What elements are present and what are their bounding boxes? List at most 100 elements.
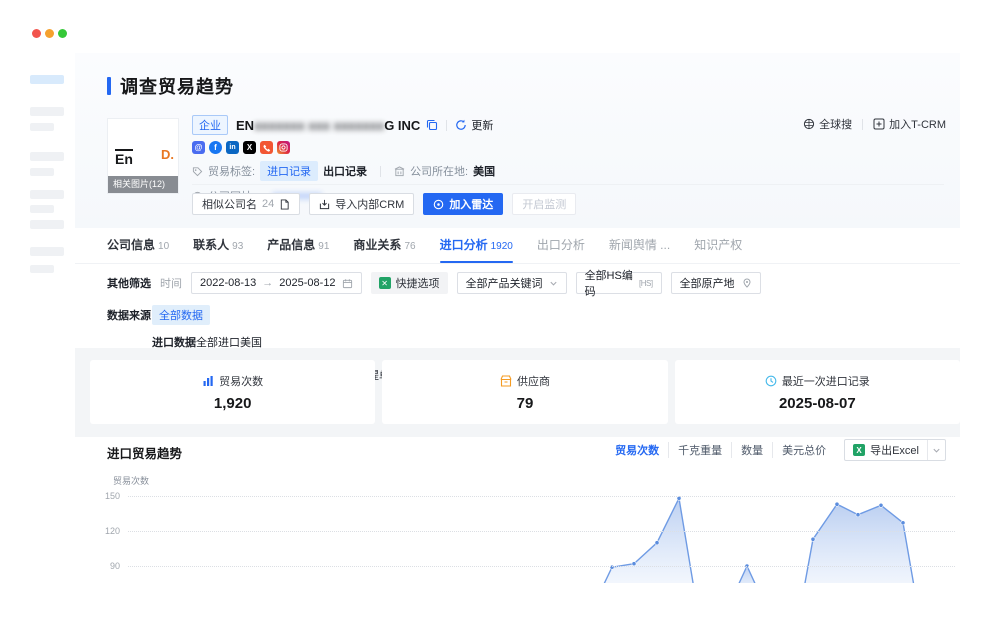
gridline [128, 531, 955, 532]
global-search-link[interactable]: 全球搜 [803, 116, 852, 132]
divider [446, 120, 447, 131]
clock-icon [765, 375, 777, 387]
minimize-window-button[interactable] [45, 29, 54, 38]
latest-import-label: 最近一次进口记录 [782, 373, 870, 389]
tab-intellectual-property[interactable]: 知识产权 [694, 236, 742, 258]
tab-products[interactable]: 产品信息91 [267, 236, 329, 258]
zoom-window-button[interactable] [58, 29, 67, 38]
metric-trade-count[interactable]: 贸易次数 [606, 442, 669, 458]
latest-import-value: 2025-08-07 [779, 395, 856, 412]
all-data-chip[interactable]: 全部数据 [152, 305, 210, 325]
tab-company-info[interactable]: 公司信息10 [107, 236, 169, 258]
trend-controls: 贸易次数 千克重量 数量 美元总价 X 导出Excel [606, 439, 946, 461]
import-data-item[interactable]: 全部进口 [196, 334, 240, 350]
metric-usd-total[interactable]: 美元总价 [773, 442, 835, 458]
join-radar-button[interactable]: 加入雷达 [423, 193, 503, 215]
redacted-company-name: xxxxxxx xxx xxxxxxx [254, 118, 384, 133]
gridline [128, 566, 955, 567]
start-monitoring-button[interactable]: 开启监测 [512, 193, 576, 215]
refresh-button[interactable]: 更新 [471, 117, 493, 133]
phone-icon[interactable] [260, 141, 273, 154]
metric-quantity[interactable]: 数量 [732, 442, 773, 458]
radar-icon [433, 199, 444, 210]
x-twitter-icon[interactable]: X [243, 141, 256, 154]
sidebar-skeleton-bar [30, 265, 54, 273]
export-excel-caret[interactable] [927, 440, 945, 460]
trend-chart: 150 120 90 [98, 489, 960, 583]
similar-companies-button[interactable]: 相似公司名 24 [192, 193, 300, 215]
divider [380, 166, 381, 177]
enterprise-badge: 企业 [192, 115, 228, 135]
facebook-icon[interactable]: f [209, 141, 222, 154]
refresh-icon [455, 119, 467, 131]
sidebar-skeleton-bar [30, 190, 64, 199]
close-window-button[interactable] [32, 29, 41, 38]
copy-icon[interactable] [426, 119, 438, 131]
sidebar-skeleton-bar [30, 205, 54, 213]
trend-chart-plot[interactable] [128, 489, 955, 583]
y-axis-tick: 90 [98, 561, 120, 571]
website-social-icon[interactable]: @ [192, 141, 205, 154]
hs-code-value: 全部HS编码 [585, 267, 633, 299]
product-keyword-value: 全部产品关键词 [466, 275, 543, 291]
quick-options-icon: ✕ [379, 277, 391, 289]
related-images-label[interactable]: 相关图片(12) [108, 176, 178, 193]
divider [75, 263, 960, 264]
origin-select[interactable]: 全部原产地 [671, 272, 761, 294]
export-excel-button[interactable]: X 导出Excel [844, 439, 946, 461]
location-value: 美国 [473, 163, 495, 179]
tab-business-relations[interactable]: 商业关系76 [353, 236, 415, 258]
join-radar-label: 加入雷达 [449, 196, 493, 212]
excel-icon: X [853, 444, 865, 456]
app-window: 调查贸易趋势 全球搜 加入T-CRM En D. 相关图片(12) 企业 ENx… [0, 0, 1000, 629]
sidebar-skeleton-bar [30, 247, 64, 256]
sidebar-skeleton-bar [30, 123, 54, 131]
tab-contacts[interactable]: 联系人93 [193, 236, 243, 258]
import-records-tag[interactable]: 进口记录 [260, 161, 318, 181]
location-pin-icon [742, 278, 752, 288]
origin-value: 全部原产地 [680, 275, 735, 291]
chart-y-axis-title: 贸易次数 [113, 474, 149, 487]
hs-code-select[interactable]: 全部HS编码 [HS] [576, 272, 662, 294]
import-crm-button[interactable]: 导入内部CRM [309, 193, 414, 215]
quick-options-button[interactable]: ✕ 快捷选项 [371, 272, 448, 294]
filter-bar: 其他筛选 时间 2022-08-13 → 2025-08-12 ✕ 快捷选项 全… [107, 272, 761, 294]
supplier-card: 供应商 79 [382, 360, 667, 424]
time-filter-label: 时间 [160, 275, 182, 291]
trade-tag-icon [192, 166, 203, 177]
export-records-tag[interactable]: 出口记录 [323, 163, 367, 179]
tab-import-analysis[interactable]: 进口分析1920 [440, 236, 513, 258]
tab-bar: 公司信息10 联系人93 产品信息91 商业关系76 进口分析1920 出口分析… [107, 236, 742, 258]
globe-search-icon [803, 118, 815, 130]
similar-companies-label: 相似公司名 [202, 196, 257, 212]
crm-grid-icon [873, 118, 885, 130]
title-accent-bar [107, 77, 111, 95]
trade-count-value: 1,920 [214, 395, 252, 412]
company-logo-image[interactable]: En D. 相关图片(12) [107, 118, 179, 194]
linkedin-icon[interactable]: in [226, 141, 239, 154]
y-axis-tick: 150 [98, 491, 120, 501]
data-source-label: 数据来源 [107, 307, 152, 323]
stat-cards: 贸易次数 1,920 供应商 79 最近一次进口记录 2025-08-07 [90, 360, 960, 424]
join-tcrm-link[interactable]: 加入T-CRM [873, 116, 946, 132]
product-keyword-select[interactable]: 全部产品关键词 [457, 272, 567, 294]
instagram-icon[interactable] [277, 141, 290, 154]
import-icon [319, 199, 330, 210]
supplier-icon [500, 375, 512, 387]
company-location-icon [394, 166, 405, 177]
tab-export-analysis[interactable]: 出口分析 [537, 236, 585, 258]
start-monitoring-label: 开启监测 [522, 196, 566, 212]
supplier-value: 79 [517, 395, 534, 412]
date-start: 2022-08-13 [200, 277, 256, 289]
date-range-input[interactable]: 2022-08-13 → 2025-08-12 [191, 272, 362, 294]
import-data-item[interactable]: 美国 [240, 334, 262, 350]
document-icon [279, 199, 290, 210]
company-logo-mark: D. [161, 147, 174, 162]
divider [192, 184, 944, 185]
metric-kg-weight[interactable]: 千克重量 [669, 442, 732, 458]
date-end: 2025-08-12 [279, 277, 335, 289]
gridline [128, 496, 955, 497]
y-axis-tick: 120 [98, 526, 120, 536]
sidebar-skeleton-bar [30, 75, 64, 84]
tab-news-sentiment[interactable]: 新闻舆情 ... [609, 236, 670, 258]
